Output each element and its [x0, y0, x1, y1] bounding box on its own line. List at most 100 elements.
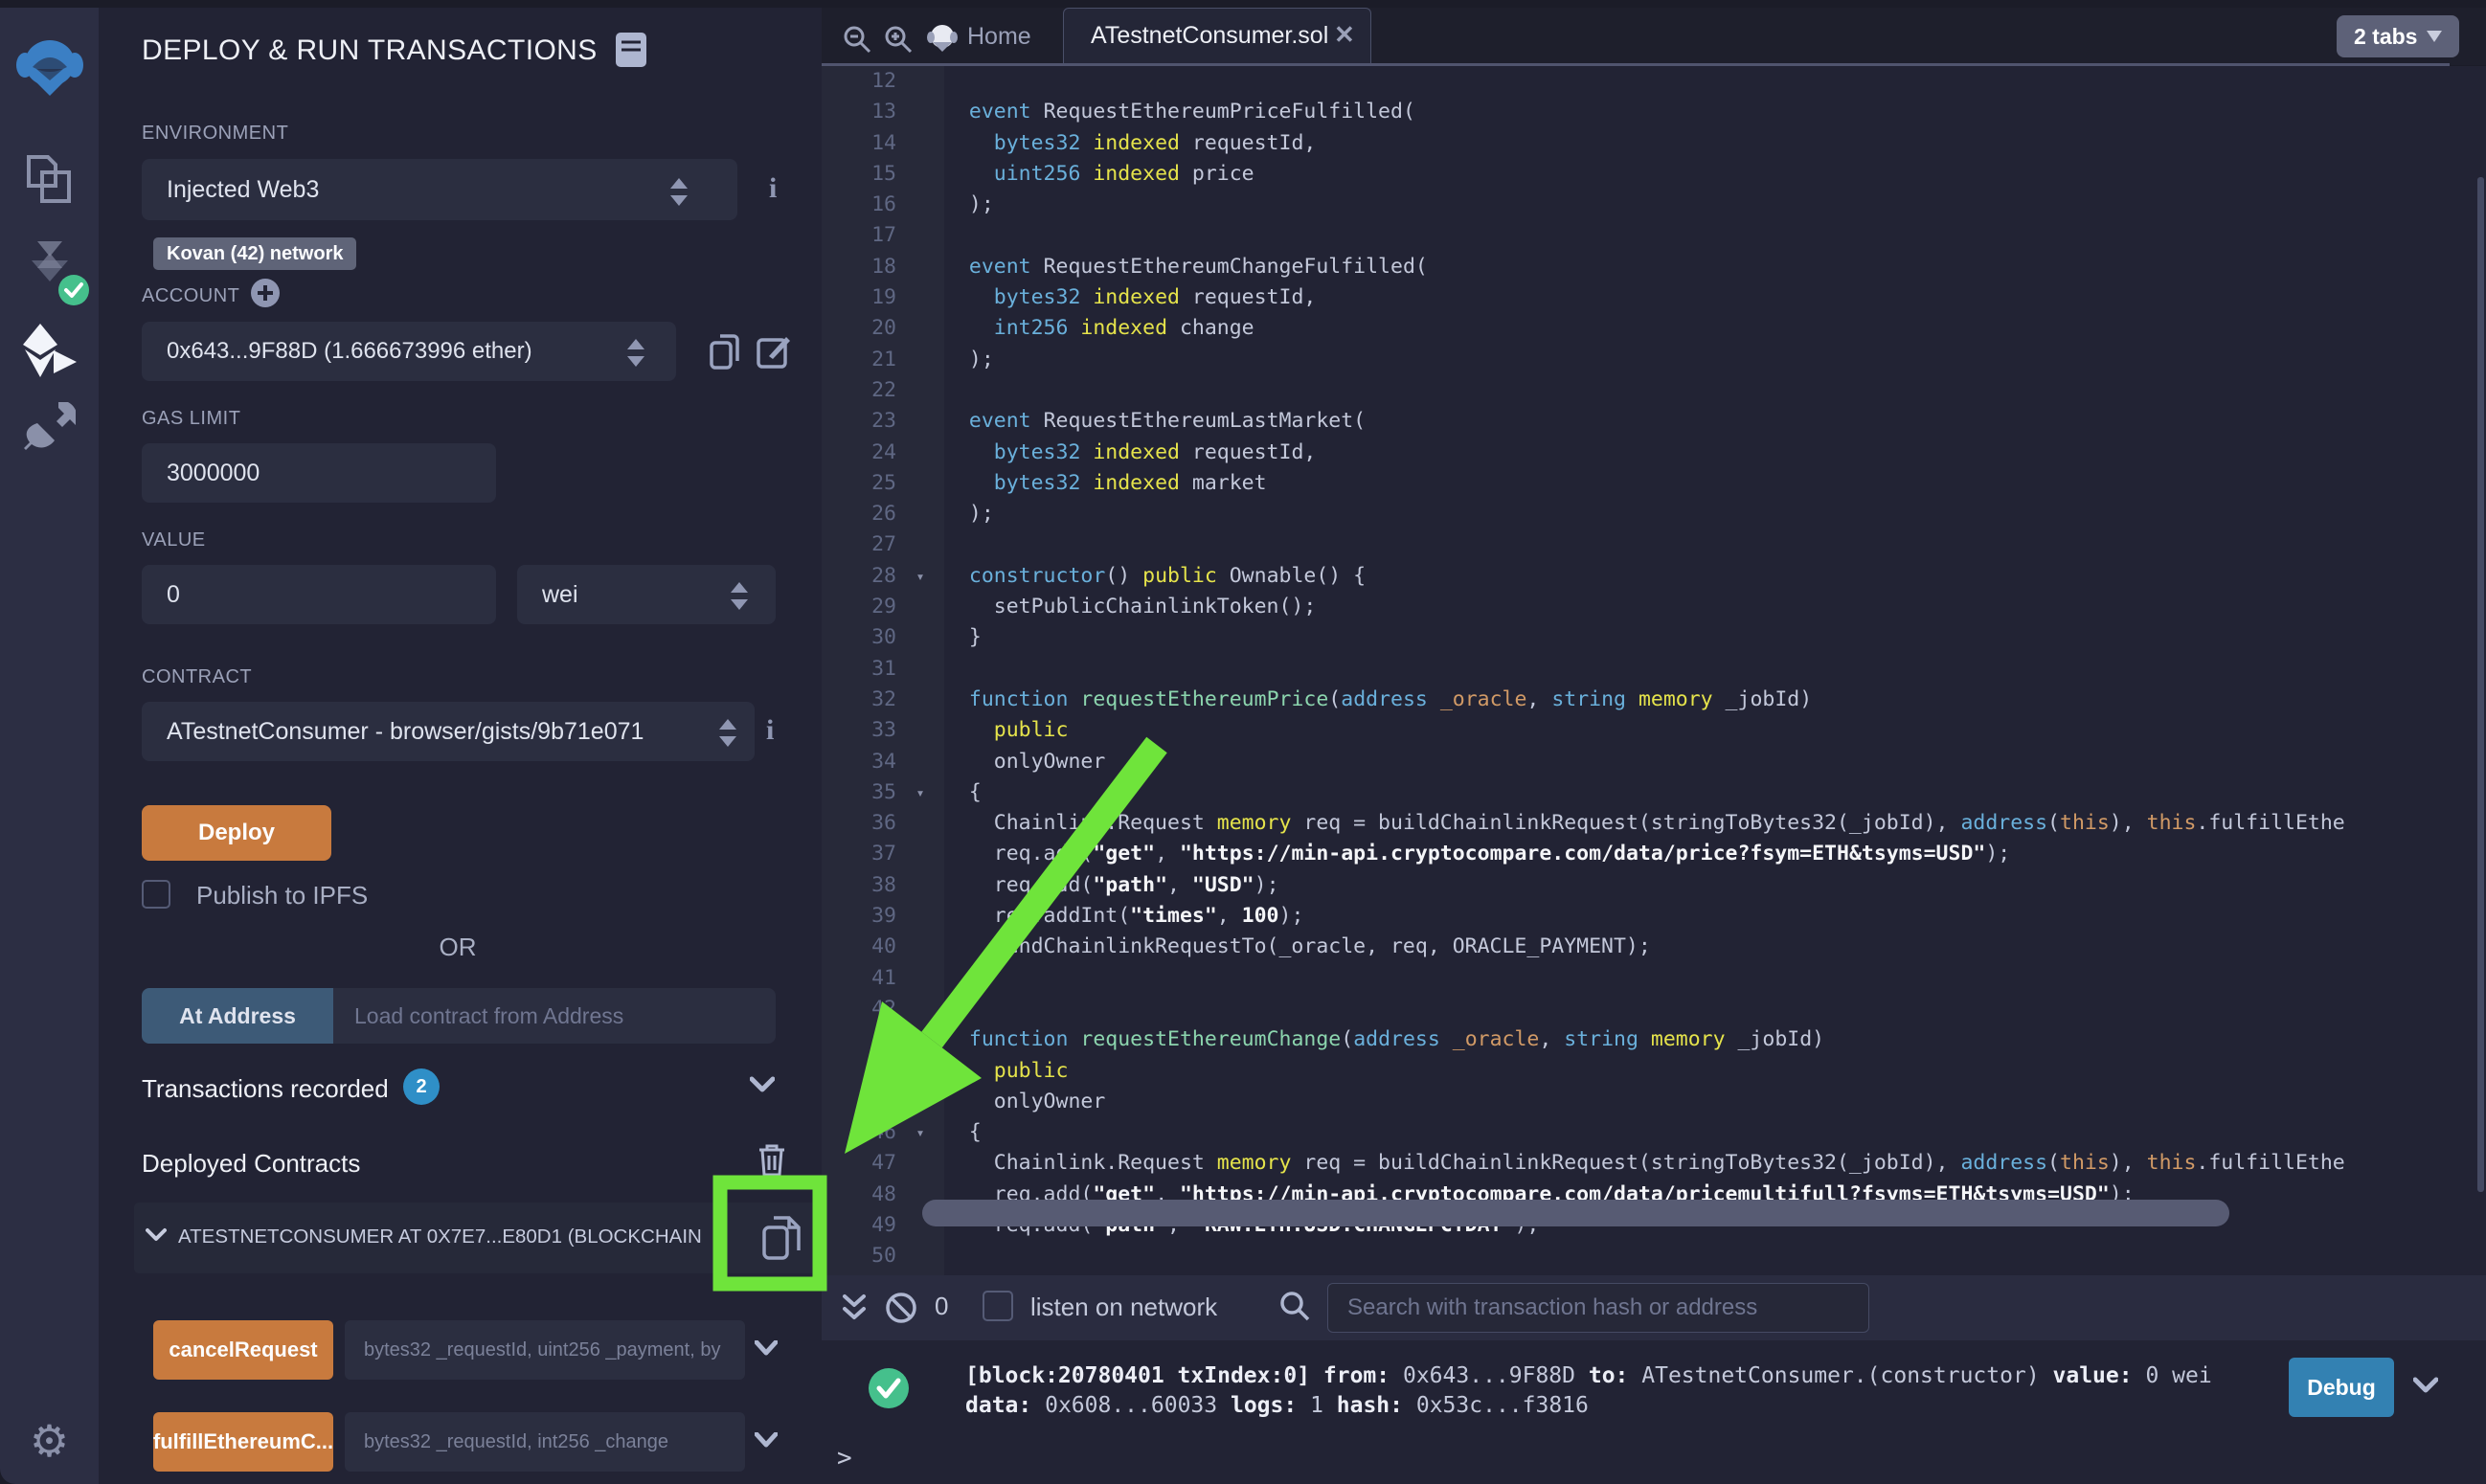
value-input[interactable]: 0 — [142, 565, 496, 624]
copy-contract-address-icon[interactable] — [760, 1214, 802, 1267]
deployed-contract-row[interactable]: ATESTNETCONSUMER AT 0X7E7...E80D1 (BLOCK… — [134, 1203, 822, 1273]
code-line: 23 event RequestEthereumLastMarket( — [822, 406, 2345, 437]
deploy-button[interactable]: Deploy — [142, 805, 331, 861]
cancel-request-button[interactable]: cancelRequest — [153, 1320, 333, 1380]
clear-deployed-trash-icon[interactable] — [757, 1143, 786, 1182]
tab-home[interactable]: Home — [967, 23, 1031, 51]
account-label: ACCOUNT — [142, 285, 239, 307]
code-line: 33 public — [822, 715, 2345, 746]
contract-select[interactable]: ATestnetConsumer - browser/gists/9b71e07… — [142, 702, 755, 761]
listen-on-network-label: listen on network — [1030, 1293, 1217, 1322]
code-line: 47 Chainlink.Request memory req = buildC… — [822, 1148, 2345, 1179]
code-line: 18 event RequestEthereumChangeFulfilled( — [822, 252, 2345, 282]
cancel-request-expand-icon[interactable] — [755, 1340, 778, 1360]
environment-value: Injected Web3 — [167, 176, 319, 204]
contract-value: ATestnetConsumer - browser/gists/9b71e07… — [167, 718, 644, 746]
panel-title: DEPLOY & RUN TRANSACTIONS — [142, 34, 598, 67]
tabs-dropdown-chevron-icon — [2427, 31, 2442, 42]
deploy-and-run-icon[interactable] — [0, 324, 99, 377]
zoom-out-icon[interactable] — [843, 25, 871, 58]
value-label: VALUE — [142, 529, 206, 551]
code-line: 25 bytes32 indexed market — [822, 468, 2345, 499]
code-line: 36 Chainlink.Request memory req = buildC… — [822, 808, 2345, 839]
listen-on-network-checkbox[interactable] — [983, 1291, 1013, 1321]
tabs-count-label: 2 tabs — [2354, 24, 2417, 50]
code-line: 26 ); — [822, 499, 2345, 529]
code-line: 30 } — [822, 622, 2345, 653]
code-line: 39 req.addInt("times", 100); — [822, 901, 2345, 932]
terminal-prompt[interactable]: > — [837, 1444, 852, 1473]
cancel-request-params-input[interactable]: bytes32 _requestId, uint256 _payment, by — [345, 1320, 745, 1380]
tx-log-line-1[interactable]: [block:20780401 txIndex:0] from: 0x643..… — [965, 1361, 2212, 1391]
file-explorer-icon[interactable] — [0, 153, 99, 207]
clear-console-ban-icon[interactable] — [885, 1292, 917, 1329]
terminal-search-icon — [1279, 1291, 1310, 1326]
value-amount: 0 — [167, 581, 180, 609]
code-line: 21 ); — [822, 345, 2345, 375]
code-line: 13 event RequestEthereumPriceFulfilled( — [822, 97, 2345, 127]
gas-limit-value: 3000000 — [167, 460, 260, 487]
add-account-plus-icon[interactable] — [250, 278, 281, 313]
environment-info-icon[interactable]: i — [769, 172, 777, 205]
code-line: 32 function requestEthereumPrice(address… — [822, 685, 2345, 715]
contract-info-icon[interactable]: i — [766, 714, 774, 747]
account-select[interactable]: 0x643...9F88D (1.666673996 ether) — [142, 322, 676, 381]
code-line: 35▾ { — [822, 777, 2345, 808]
environment-label: ENVIRONMENT — [142, 123, 288, 145]
contract-select-arrows-icon — [719, 719, 736, 747]
code-line: 28▾ constructor() public Ownable() { — [822, 561, 2345, 592]
code-line: 40 sendChainlinkRequestTo(_oracle, req, … — [822, 932, 2345, 962]
code-editor[interactable]: 1213 event RequestEthereumPriceFulfilled… — [822, 66, 2486, 1275]
home-tab-logo-icon — [925, 21, 960, 60]
editor-tab-bar: Home ATestnetConsumer.sol ✕ 2 tabs — [822, 8, 2486, 65]
code-line: 20 int256 indexed change — [822, 313, 2345, 344]
code-line: 27 — [822, 529, 2345, 560]
compile-success-badge-icon — [57, 274, 90, 306]
collapse-terminal-double-chevron-icon[interactable] — [841, 1293, 868, 1330]
terminal-search-input[interactable]: Search with transaction hash or address — [1327, 1283, 1869, 1333]
tab-active-file[interactable]: ATestnetConsumer.sol ✕ — [1063, 8, 1371, 65]
settings-gear-icon[interactable]: ⚙ — [0, 1415, 99, 1467]
editor-horizontal-scrollbar[interactable] — [922, 1200, 2229, 1226]
remix-logo-icon[interactable] — [0, 31, 99, 103]
deployed-contract-header: ATESTNETCONSUMER AT 0X7E7...E80D1 (BLOCK… — [178, 1225, 753, 1248]
at-address-button[interactable]: At Address — [142, 988, 333, 1044]
tabs-count-dropdown[interactable]: 2 tabs — [2337, 15, 2459, 57]
publish-ipfs-checkbox[interactable] — [142, 880, 170, 909]
gas-limit-input[interactable]: 3000000 — [142, 443, 496, 503]
code-line: 29 setPublicChainlinkToken(); — [822, 592, 2345, 622]
tx-expand-chevron-icon[interactable] — [2413, 1377, 2438, 1399]
code-line: 17 — [822, 220, 2345, 251]
code-line: 14 bytes32 indexed requestId, — [822, 128, 2345, 159]
plugin-manager-icon[interactable] — [0, 402, 99, 454]
editor-vertical-scrollbar[interactable] — [2477, 177, 2484, 1192]
terminal-search-placeholder: Search with transaction hash or address — [1347, 1294, 1757, 1321]
at-address-input[interactable]: Load contract from Address — [333, 988, 776, 1044]
deploy-run-panel: DEPLOY & RUN TRANSACTIONS ENVIRONMENT In… — [99, 8, 822, 1484]
fulfill-ethereum-params-input[interactable]: bytes32 _requestId, int256 _change — [345, 1412, 745, 1472]
copy-account-icon[interactable] — [709, 333, 743, 376]
edit-account-pencil-icon[interactable] — [756, 333, 792, 374]
transactions-chevron-down-icon[interactable] — [750, 1076, 775, 1098]
fulfill-ethereum-button[interactable]: fulfillEthereumC... — [153, 1412, 333, 1472]
tab-close-icon[interactable]: ✕ — [1334, 20, 1355, 50]
code-line: 37 req.add("get", "https://min-api.crypt… — [822, 839, 2345, 869]
environment-select[interactable]: Injected Web3 — [142, 159, 737, 220]
icon-rail: ⚙ — [0, 8, 99, 1484]
gas-limit-label: GAS LIMIT — [142, 408, 240, 430]
network-badge: Kovan (42) network — [153, 237, 356, 270]
zoom-in-icon[interactable] — [884, 25, 913, 58]
transactions-count-badge: 2 — [403, 1068, 440, 1105]
code-line: 24 bytes32 indexed requestId, — [822, 438, 2345, 468]
code-line: 45 onlyOwner — [822, 1087, 2345, 1117]
code-line: 41 } — [822, 963, 2345, 994]
debug-button[interactable]: Debug — [2289, 1358, 2394, 1417]
solidity-compiler-icon[interactable] — [0, 239, 99, 299]
contract-expand-chevron-icon[interactable] — [146, 1227, 167, 1248]
fulfill-ethereum-expand-icon[interactable] — [755, 1432, 778, 1452]
code-line: 46▾ { — [822, 1117, 2345, 1148]
transactions-recorded-label: Transactions recorded — [142, 1074, 389, 1104]
tx-log-line-2[interactable]: data: 0x608...60033 logs: 1 hash: 0x53c.… — [965, 1391, 1589, 1421]
publish-ipfs-label: Publish to IPFS — [196, 881, 368, 911]
documentation-book-icon[interactable] — [614, 31, 648, 74]
